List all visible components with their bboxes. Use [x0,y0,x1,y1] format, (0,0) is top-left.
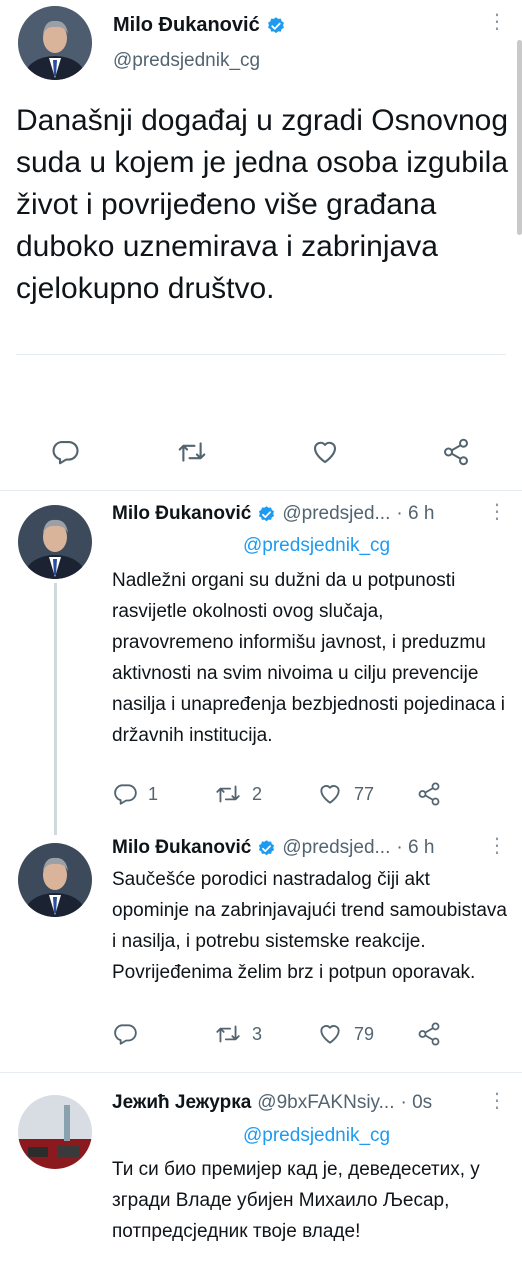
more-options-icon[interactable]: ⋮ [487,836,507,856]
share-button[interactable] [416,1021,442,1052]
reply-count: 1 [148,783,159,804]
author-name-row: Milo Đukanović [113,14,286,37]
author-handle[interactable]: @9bxFAKNsiy... [257,1092,394,1114]
reply-header: Milo Đukanović @predsjed... · 6 h [112,837,434,859]
heart-icon [320,785,340,804]
verified-badge-icon [259,839,275,855]
reply-button[interactable] [112,1021,138,1052]
like-button[interactable]: 77 [316,781,374,807]
divider [0,490,522,491]
divider [16,354,506,355]
share-button[interactable] [441,437,471,472]
retweet-button[interactable]: 3 [214,1021,262,1047]
avatar[interactable] [18,843,92,917]
like-button[interactable] [309,437,341,472]
retweet-count: 2 [252,783,263,804]
reply-button[interactable] [50,437,80,472]
heart-icon [320,1025,340,1044]
like-button[interactable]: 79 [316,1021,374,1047]
share-icon [444,438,468,466]
tweet-text: Današnji događaj u zgradi Osnovnog suda … [16,104,508,305]
timestamp[interactable]: · 0s [400,1092,432,1114]
avatar[interactable] [18,1095,92,1169]
author-name[interactable]: Јежић Јежурка [112,1092,251,1114]
author-name[interactable]: Milo Đukanović [112,503,251,525]
share-icon [418,1022,440,1046]
more-options-icon[interactable]: ⋮ [487,502,507,522]
avatar[interactable] [18,6,92,80]
reply-text: Saučešće porodici nastradalog čiji akt o… [112,869,508,983]
divider [0,1072,522,1073]
retweet-icon [216,785,240,803]
replying-to-mention[interactable]: @predsjednik_cg [243,535,390,557]
verified-badge-icon [259,505,275,521]
avatar[interactable] [18,505,92,579]
retweet-icon [178,442,206,462]
retweet-icon [216,1025,240,1043]
author-handle[interactable]: @predsjed... [282,837,390,859]
reply-header: Јежић Јежурка @9bxFAKNsiy... · 0s [112,1092,432,1114]
timestamp[interactable]: · 6 h [396,837,434,859]
reply-icon [114,1024,137,1045]
author-handle[interactable]: @predsjednik_cg [113,50,260,72]
reply-header: Milo Đukanović @predsjed... · 6 h [112,503,434,525]
thread-line [54,583,57,835]
verified-badge-icon [267,16,284,33]
replying-to-mention[interactable]: @predsjednik_cg [243,1125,390,1147]
author-handle[interactable]: @predsjed... [282,503,390,525]
author-name[interactable]: Milo Đukanović [112,837,251,859]
retweet-button[interactable]: 2 [214,781,262,807]
reply-icon [52,440,79,465]
reply-text: Ти си био премијер кад је, деведесетих, … [112,1159,480,1242]
reply-button[interactable]: 1 [112,781,158,807]
reply-icon [114,784,137,805]
timestamp[interactable]: · 6 h [396,503,434,525]
retweet-count: 3 [252,1023,263,1044]
author-name[interactable]: Milo Đukanović [113,14,260,37]
share-icon [418,782,440,806]
like-count: 77 [354,783,375,804]
like-count: 79 [354,1023,375,1044]
more-options-icon[interactable]: ⋮ [487,1091,507,1111]
share-button[interactable] [416,781,442,812]
more-options-icon[interactable]: ⋮ [487,12,507,32]
retweet-button[interactable] [176,437,208,472]
reply-text: Nadležni organi su dužni da u potpunosti… [112,570,505,746]
scrollbar[interactable] [517,40,522,235]
heart-icon [313,441,337,464]
